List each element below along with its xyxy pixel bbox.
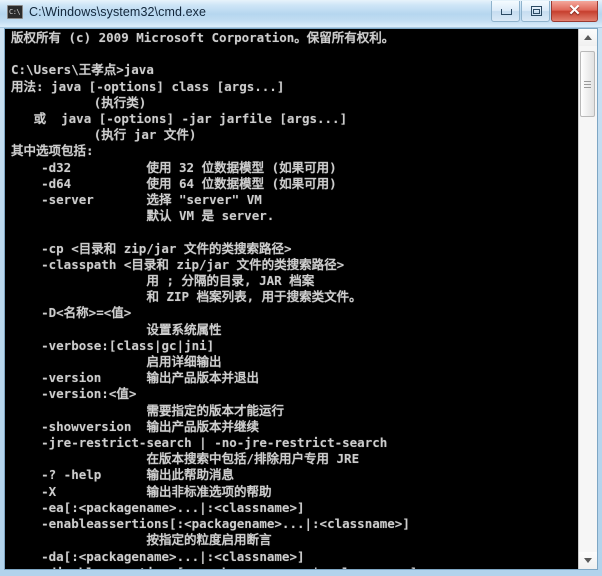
grip-line-icon [584,84,591,85]
cmd-window: C:\Windows\system32\cmd.exe ✕ 版权所有 (c) 2… [0,0,602,576]
title-bar-left: C:\Windows\system32\cmd.exe [7,5,206,19]
minimize-icon [501,9,512,15]
cmd-icon[interactable] [7,5,23,19]
chevron-down-icon [584,558,592,563]
window-title: C:\Windows\system32\cmd.exe [29,5,207,19]
console-client-area: 版权所有 (c) 2009 Microsoft Corporation。保留所有… [4,28,598,570]
scrollbar-thumb[interactable] [580,51,595,117]
console-text: 版权所有 (c) 2009 Microsoft Corporation。保留所有… [11,30,417,569]
close-button[interactable]: ✕ [551,1,598,22]
title-bar[interactable]: C:\Windows\system32\cmd.exe ✕ [0,0,602,28]
scrollbar-track[interactable] [579,46,597,552]
vertical-scrollbar[interactable] [578,29,597,569]
scroll-up-button[interactable] [579,29,597,46]
minimize-button[interactable] [491,1,520,22]
window-controls: ✕ [490,1,598,23]
grip-line-icon [584,81,591,82]
close-icon: ✕ [568,2,581,19]
grip-line-icon [584,87,591,88]
maximize-button[interactable] [521,1,550,22]
console-output-area[interactable]: 版权所有 (c) 2009 Microsoft Corporation。保留所有… [5,29,578,569]
maximize-icon-inner [533,9,540,14]
scroll-down-button[interactable] [579,552,597,569]
chevron-up-icon [584,35,592,40]
